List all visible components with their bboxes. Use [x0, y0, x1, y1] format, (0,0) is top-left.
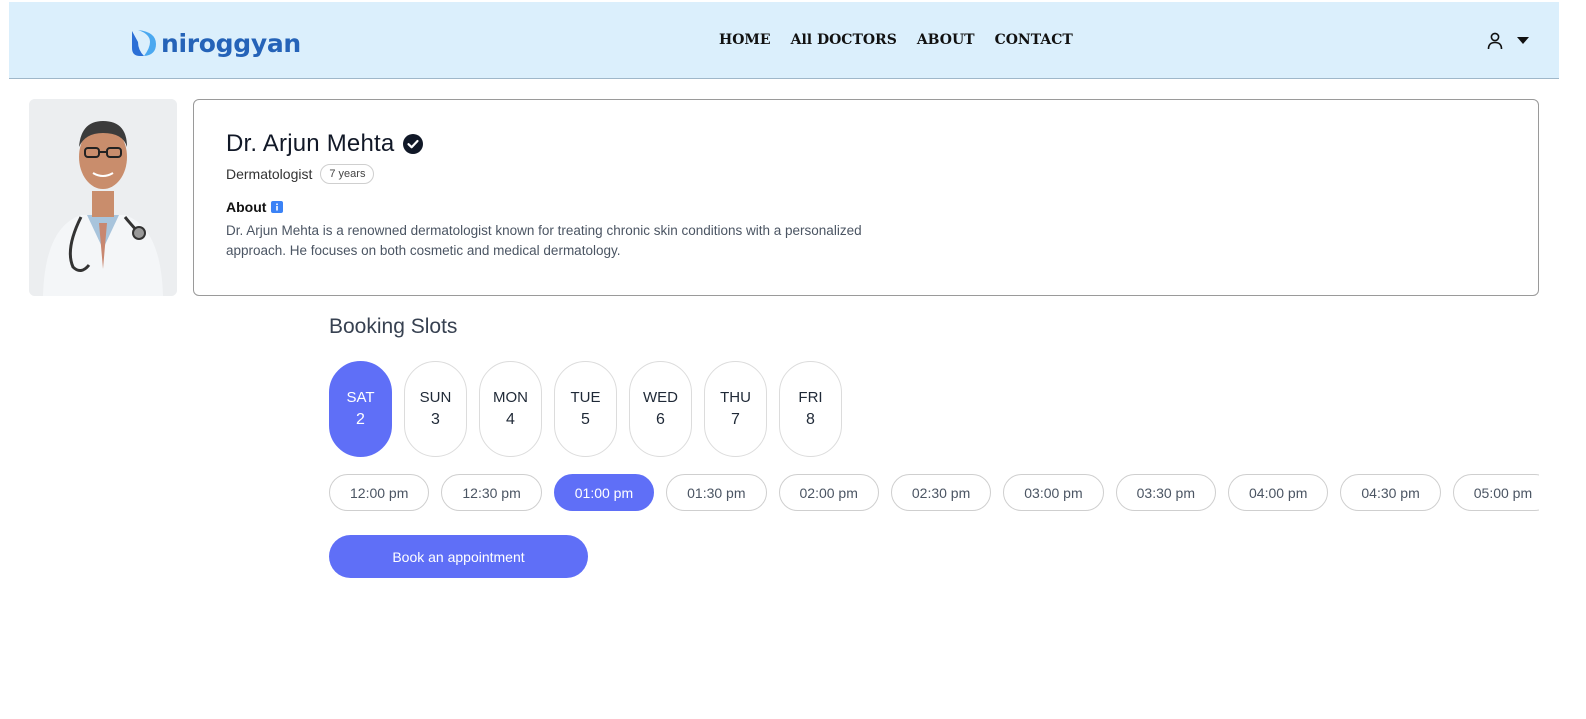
brand-name: niroggyan: [161, 28, 301, 58]
doctor-name-row: Dr. Arjun Mehta: [226, 130, 424, 158]
time-slot[interactable]: 03:30 pm: [1115, 474, 1216, 511]
nav-home[interactable]: HOME: [719, 32, 771, 48]
booking-slots-title: Booking Slots: [329, 315, 458, 338]
nav-links: HOME All DOCTORS ABOUT CONTACT: [719, 32, 1073, 48]
day-name: SUN: [419, 389, 452, 406]
about-text: Dr. Arjun Mehta is a renowned dermatolog…: [226, 223, 862, 258]
day-selector: SAT 2 SUN 3 MON 4 TUE 5 WED 6 THU 7 FRI 8: [329, 361, 842, 457]
day-option[interactable]: MON 4: [479, 361, 542, 457]
about-heading-row: About: [226, 199, 284, 215]
day-option[interactable]: THU 7: [704, 361, 767, 457]
day-date: 5: [581, 411, 590, 428]
day-option[interactable]: SUN 3: [404, 361, 467, 457]
nav-about[interactable]: ABOUT: [917, 32, 975, 48]
time-slot[interactable]: 04:00 pm: [1228, 474, 1329, 511]
day-date: 4: [506, 411, 515, 428]
time-slot[interactable]: 01:30 pm: [666, 474, 767, 511]
doctor-speciality: Dermatologist: [226, 166, 313, 182]
time-slot[interactable]: 12:00 pm: [329, 474, 430, 511]
speciality-row: Dermatologist 7 years: [226, 164, 375, 184]
day-date: 6: [656, 411, 665, 428]
time-slot[interactable]: 12:30 pm: [441, 474, 542, 511]
time-slot-scroller[interactable]: 12:00 pm 12:30 pm 01:00 pm 01:30 pm 02:00 pm…: [329, 474, 1539, 512]
caret-down-icon[interactable]: [1517, 37, 1529, 45]
day-name: MON: [493, 389, 528, 406]
verified-icon: [403, 134, 424, 154]
day-option[interactable]: SAT 2: [329, 361, 392, 457]
logo-icon: [132, 30, 156, 56]
experience-badge: 7 years: [320, 164, 375, 184]
day-option[interactable]: WED 6: [629, 361, 692, 457]
day-date: 3: [431, 411, 440, 428]
day-date: 7: [731, 411, 740, 428]
day-option[interactable]: TUE 5: [554, 361, 617, 457]
about-title: About: [226, 199, 267, 215]
nav-contact[interactable]: CONTACT: [995, 32, 1073, 48]
time-slot[interactable]: 02:00 pm: [778, 474, 879, 511]
navbar: niroggyan HOME All DOCTORS ABOUT CONTACT: [9, 2, 1559, 79]
user-icon[interactable]: [1487, 32, 1503, 50]
time-slots: 12:00 pm 12:30 pm 01:00 pm 01:30 pm 02:00 pm…: [329, 474, 1539, 511]
user-menu[interactable]: [1487, 32, 1529, 50]
day-date: 8: [806, 411, 815, 428]
doctor-photo: [29, 99, 177, 296]
time-slot[interactable]: 05:00 pm: [1452, 474, 1539, 511]
time-slot[interactable]: 03:00 pm: [1003, 474, 1104, 511]
day-name: WED: [643, 389, 678, 406]
brand-logo[interactable]: niroggyan: [130, 28, 301, 58]
book-appointment-button[interactable]: Book an appointment: [329, 535, 588, 578]
nav-all-doctors[interactable]: All DOCTORS: [791, 32, 897, 48]
time-slot[interactable]: 01:00 pm: [553, 474, 655, 511]
info-icon: [271, 201, 284, 213]
doctor-name: Dr. Arjun Mehta: [226, 130, 395, 157]
day-name: FRI: [798, 389, 823, 406]
day-name: THU: [720, 389, 751, 406]
day-name: TUE: [570, 389, 601, 406]
day-date: 2: [356, 411, 365, 428]
day-name: SAT: [346, 389, 375, 406]
day-option[interactable]: FRI 8: [779, 361, 842, 457]
doctor-info-card: Dr. Arjun Mehta Dermatologist 7 years Ab…: [193, 99, 1539, 296]
doctor-portrait-image: [29, 99, 177, 296]
time-slot[interactable]: 02:30 pm: [890, 474, 992, 511]
time-slot[interactable]: 04:30 pm: [1340, 474, 1441, 511]
